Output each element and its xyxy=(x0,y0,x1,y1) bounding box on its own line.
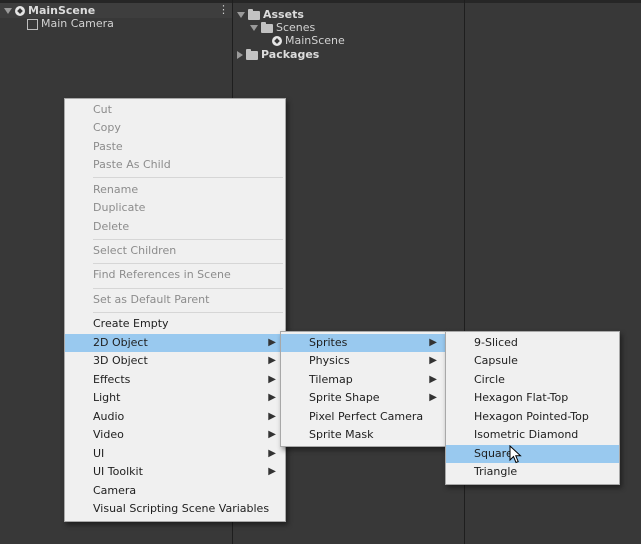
scene-name: MainScene xyxy=(28,4,96,17)
menu-item-9-sliced[interactable]: 9-Sliced xyxy=(446,334,619,352)
submenu-arrow-icon: ▶ xyxy=(268,448,276,459)
menu-item-label: UI Toolkit xyxy=(93,465,143,478)
project-tab-strip xyxy=(233,0,464,3)
folder-icon xyxy=(248,8,260,20)
menu-item-sprite-mask[interactable]: Sprite Mask xyxy=(281,426,446,444)
submenu-arrow-icon: ▶ xyxy=(429,355,437,366)
expand-arrow-icon[interactable] xyxy=(237,12,245,18)
unity-scene-icon xyxy=(272,36,282,46)
menu-item-2d-object[interactable]: 2D Object ▶ xyxy=(65,334,285,352)
unity-scene-icon xyxy=(15,6,25,16)
menu-item-square[interactable]: Square xyxy=(446,445,619,463)
menu-separator xyxy=(93,288,283,289)
submenu-arrow-icon: ▶ xyxy=(268,392,276,403)
submenu-sprites: 9-Sliced Capsule Circle Hexagon Flat-Top… xyxy=(445,331,620,485)
menu-item-find-references[interactable]: Find References in Scene xyxy=(65,266,285,284)
menu-item-capsule[interactable]: Capsule xyxy=(446,352,619,370)
folder-label: Assets xyxy=(263,8,304,21)
expand-arrow-icon[interactable] xyxy=(250,25,258,31)
menu-item-light[interactable]: Light ▶ xyxy=(65,389,285,407)
submenu-arrow-icon: ▶ xyxy=(268,374,276,385)
menu-item-rename[interactable]: Rename xyxy=(65,181,285,199)
menu-item-audio[interactable]: Audio ▶ xyxy=(65,408,285,426)
submenu-arrow-icon: ▶ xyxy=(429,374,437,385)
menu-separator xyxy=(93,177,283,178)
collapse-arrow-icon[interactable] xyxy=(237,51,243,59)
hierarchy-item-main-camera[interactable]: Main Camera xyxy=(27,17,114,31)
menu-item-hexagon-flat-top[interactable]: Hexagon Flat-Top xyxy=(446,389,619,407)
menu-item-label: 2D Object xyxy=(93,336,148,349)
menu-item-label: 3D Object xyxy=(93,354,148,367)
menu-separator xyxy=(93,263,283,264)
folder-label: Packages xyxy=(261,48,320,61)
scene-menu-icon[interactable]: ⋮ xyxy=(218,4,229,15)
menu-item-label: Light xyxy=(93,391,121,404)
inspector-tab-strip xyxy=(465,0,641,3)
hierarchy-item-label: Main Camera xyxy=(41,17,114,30)
menu-item-tilemap[interactable]: Tilemap ▶ xyxy=(281,371,446,389)
submenu-arrow-icon: ▶ xyxy=(268,411,276,422)
submenu-2d-object: Sprites ▶ Physics ▶ Tilemap ▶ Sprite Sha… xyxy=(280,331,447,447)
submenu-arrow-icon: ▶ xyxy=(268,355,276,366)
menu-item-label: Video xyxy=(93,428,124,441)
menu-item-3d-object[interactable]: 3D Object ▶ xyxy=(65,352,285,370)
menu-item-hexagon-pointed-top[interactable]: Hexagon Pointed-Top xyxy=(446,408,619,426)
menu-item-sprite-shape[interactable]: Sprite Shape ▶ xyxy=(281,389,446,407)
scene-item[interactable]: MainScene xyxy=(4,4,95,18)
menu-item-ui-toolkit[interactable]: UI Toolkit ▶ xyxy=(65,463,285,481)
menu-item-camera[interactable]: Camera xyxy=(65,482,285,500)
menu-item-set-default-parent[interactable]: Set as Default Parent xyxy=(65,291,285,309)
menu-item-label: Sprites xyxy=(309,336,348,349)
submenu-arrow-icon: ▶ xyxy=(268,466,276,477)
project-folder-assets[interactable]: Assets xyxy=(237,8,304,22)
submenu-arrow-icon: ▶ xyxy=(429,337,437,348)
menu-item-label: Effects xyxy=(93,373,131,386)
submenu-arrow-icon: ▶ xyxy=(268,429,276,440)
submenu-arrow-icon: ▶ xyxy=(429,392,437,403)
asset-label: MainScene xyxy=(285,34,345,47)
menu-item-visual-scripting[interactable]: Visual Scripting Scene Variables xyxy=(65,500,285,518)
menu-item-video[interactable]: Video ▶ xyxy=(65,426,285,444)
menu-item-sprites[interactable]: Sprites ▶ xyxy=(281,334,446,352)
menu-item-ui[interactable]: UI ▶ xyxy=(65,445,285,463)
menu-item-paste-as-child[interactable]: Paste As Child xyxy=(65,156,285,174)
folder-icon xyxy=(261,21,273,33)
folder-icon xyxy=(246,48,258,60)
menu-item-label: Sprite Shape xyxy=(309,391,380,404)
menu-item-paste[interactable]: Paste xyxy=(65,138,285,156)
mouse-cursor-icon xyxy=(509,445,522,464)
context-menu: Cut Copy Paste Paste As Child Rename Dup… xyxy=(64,98,286,522)
menu-separator xyxy=(93,239,283,240)
menu-item-copy[interactable]: Copy xyxy=(65,119,285,137)
menu-item-pixel-perfect-camera[interactable]: Pixel Perfect Camera xyxy=(281,408,446,426)
menu-item-delete[interactable]: Delete xyxy=(65,218,285,236)
menu-item-cut[interactable]: Cut xyxy=(65,101,285,119)
menu-separator xyxy=(93,312,283,313)
gameobject-cube-icon xyxy=(27,18,38,30)
menu-item-label: Tilemap xyxy=(309,373,353,386)
project-folder-packages[interactable]: Packages xyxy=(237,48,319,62)
project-asset-mainscene[interactable]: MainScene xyxy=(272,34,345,48)
menu-item-circle[interactable]: Circle xyxy=(446,371,619,389)
menu-item-duplicate[interactable]: Duplicate xyxy=(65,199,285,217)
menu-item-select-children[interactable]: Select Children xyxy=(65,242,285,260)
submenu-arrow-icon: ▶ xyxy=(268,337,276,348)
folder-label: Scenes xyxy=(276,21,316,34)
menu-item-label: Audio xyxy=(93,410,125,423)
menu-item-triangle[interactable]: Triangle xyxy=(446,463,619,481)
menu-item-effects[interactable]: Effects ▶ xyxy=(65,371,285,389)
project-folder-scenes[interactable]: Scenes xyxy=(250,21,315,35)
menu-item-physics[interactable]: Physics ▶ xyxy=(281,352,446,370)
menu-item-label: Physics xyxy=(309,354,350,367)
expand-arrow-icon[interactable] xyxy=(4,8,12,14)
menu-item-label: UI xyxy=(93,447,105,460)
menu-item-create-empty[interactable]: Create Empty xyxy=(65,315,285,333)
menu-item-isometric-diamond[interactable]: Isometric Diamond xyxy=(446,426,619,444)
